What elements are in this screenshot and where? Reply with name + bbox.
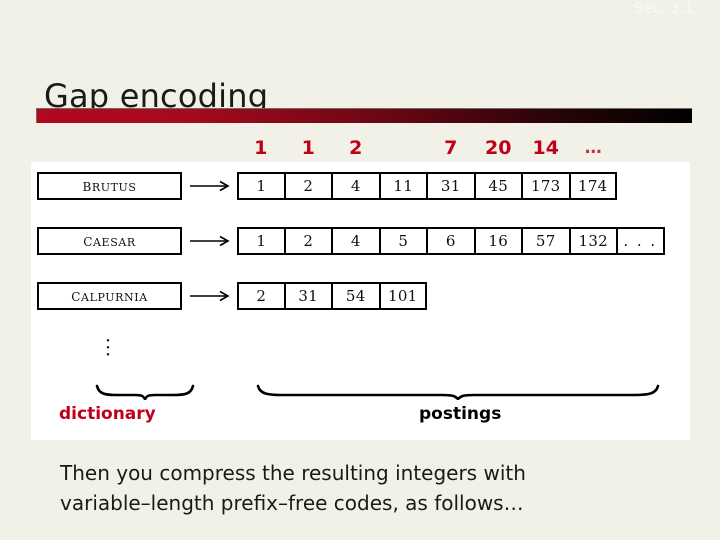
section-marker: Sec. 3.1 [634,1,694,17]
posting-cell: 2 [237,282,285,310]
slide-canvas: Sec. 3.1 Gap encoding 1 1 2 7 20 14 … Br… [0,0,720,540]
right-arrow-icon [190,179,232,193]
gap-value: 1 [301,137,315,159]
posting-cell: 6 [427,227,475,255]
gap-value: 7 [444,137,458,159]
posting-cell: 31 [284,282,332,310]
posting-cell-ellipsis: . . . [617,227,665,255]
postings-label: postings [419,404,502,424]
dictionary-term-label: Caesar [83,231,136,251]
posting-cell: 31 [427,172,475,200]
posting-cell: 174 [569,172,617,200]
posting-cell: 2 [284,172,332,200]
postings-brace-icon [256,384,660,400]
posting-cell: 1 [237,172,285,200]
gap-values-row: 1 1 2 7 20 14 … [237,136,617,160]
dictionary-brace-icon [95,384,195,400]
posting-cell: 101 [379,282,427,310]
posting-cell: 5 [379,227,427,255]
inverted-index-figure: Brutus 1 2 4 11 31 45 173 174 Caesar [31,162,690,440]
posting-cell: 4 [332,227,380,255]
body-line: variable–length prefix–free codes, as fo… [60,491,524,515]
gap-value: 20 [485,137,512,159]
posting-cell: 16 [474,227,522,255]
dictionary-term-box: Calpurnia [37,282,182,310]
posting-cell: 132 [569,227,617,255]
postings-row: 2 31 54 101 [237,282,427,310]
posting-cell: 1 [237,227,285,255]
posting-cell: 54 [332,282,380,310]
dictionary-label: dictionary [59,404,156,424]
ellipsis-dot: · [104,344,112,366]
posting-cell: 2 [284,227,332,255]
gap-value: 14 [532,137,559,159]
gap-value: 2 [349,137,363,159]
posting-cell: 45 [474,172,522,200]
title-gradient-rule [36,108,692,123]
postings-row: 1 2 4 11 31 45 173 174 [237,172,617,200]
posting-cell: 11 [379,172,427,200]
right-arrow-icon [190,289,232,303]
gap-value-spacer [380,136,428,160]
vertical-ellipsis: · · · [103,332,113,366]
right-arrow-icon [190,234,232,248]
body-line: Then you compress the resulting integers… [60,461,526,485]
posting-cell: 57 [522,227,570,255]
dictionary-term-label: Calpurnia [71,286,148,306]
posting-cell: 173 [522,172,570,200]
dictionary-term-box: Brutus [37,172,182,200]
gap-value-ellipsis: … [584,138,602,158]
dictionary-term-box: Caesar [37,227,182,255]
postings-row: 1 2 4 5 6 16 57 132 . . . [237,227,665,255]
gap-value: 1 [254,137,268,159]
posting-cell: 4 [332,172,380,200]
body-text: Then you compress the resulting integers… [60,458,660,518]
dictionary-term-label: Brutus [82,176,137,196]
